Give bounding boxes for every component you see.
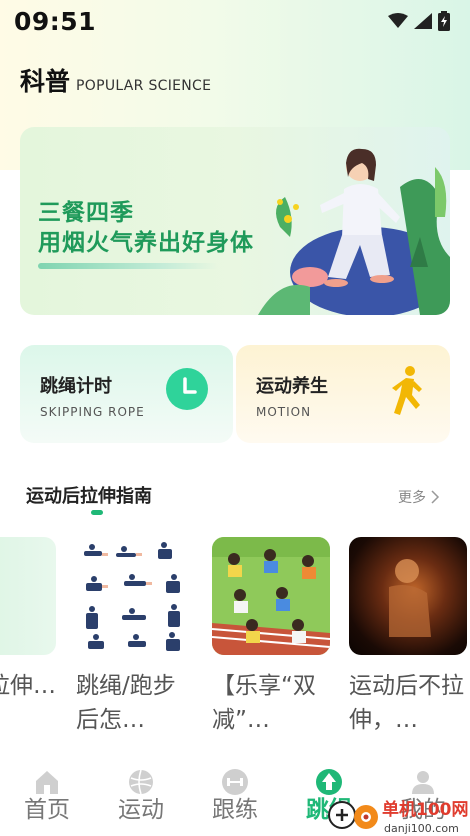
section-title: 运动后拉伸指南 — [26, 486, 152, 507]
article-card[interactable]: 后拉伸… — [0, 537, 56, 737]
card-subtitle: SKIPPING ROPE — [40, 405, 145, 419]
article-title: 运动后不拉伸，… — [349, 673, 464, 733]
card-title: 运动养生 — [256, 376, 328, 397]
section-indicator — [91, 510, 103, 515]
status-time: 09:51 — [14, 6, 97, 36]
more-label: 更多 — [398, 490, 426, 506]
clock-icon — [166, 368, 208, 410]
article-carousel[interactable]: 后拉伸… — [0, 537, 470, 747]
article-thumbnail — [349, 537, 467, 655]
motion-health-card[interactable]: 运动养生 MOTION — [236, 345, 450, 443]
article-card[interactable]: 【乐享“双减”… — [212, 537, 330, 737]
status-icons — [388, 11, 450, 31]
banner-headline: 三餐四季 — [38, 200, 134, 226]
tab-follow[interactable]: 跟练 — [188, 760, 282, 836]
page-title: 科普 — [20, 67, 71, 96]
article-thumbnail — [76, 537, 194, 655]
featured-banner[interactable]: 三餐四季 用烟火气养出好身体 — [20, 127, 450, 315]
more-link[interactable]: 更多 — [398, 487, 440, 507]
svg-text:danji100.com: danji100.com — [384, 822, 459, 835]
kids-stretching-image — [212, 537, 330, 655]
article-title: 【乐享“双减”… — [212, 673, 316, 733]
tab-sport[interactable]: 运动 — [94, 760, 188, 836]
article-thumbnail — [0, 537, 56, 655]
battery-icon — [438, 11, 450, 31]
watermark-logo: 单机100网 danji100.com — [328, 799, 469, 835]
page-header: 科普 POPULAR SCIENCE — [20, 62, 211, 98]
card-subtitle: MOTION — [256, 405, 312, 419]
athlete-photo-image — [389, 559, 431, 637]
walking-person-icon — [392, 366, 422, 415]
chevron-right-icon — [431, 490, 440, 504]
article-title: 后拉伸… — [0, 673, 56, 699]
tab-label: 首页 — [24, 797, 70, 823]
tab-label: 跟练 — [212, 797, 258, 823]
wifi-icon — [388, 13, 408, 28]
tab-home[interactable]: 首页 — [0, 760, 94, 836]
status-bar: 09:51 — [0, 0, 470, 42]
stretch-poses-image — [84, 542, 180, 651]
svg-text:单机100网: 单机100网 — [382, 799, 469, 820]
page-subtitle: POPULAR SCIENCE — [76, 78, 212, 94]
card-title: 跳绳计时 — [40, 376, 112, 397]
skipping-rope-card[interactable]: 跳绳计时 SKIPPING ROPE — [20, 345, 233, 443]
article-thumbnail — [212, 537, 330, 655]
banner-subheadline: 用烟火气养出好身体 — [38, 230, 254, 256]
banner-decor-bar — [38, 263, 218, 269]
signal-icon — [414, 13, 432, 29]
tai-chi-illustration — [258, 148, 450, 315]
article-title: 跳绳/跑步后怎… — [76, 673, 176, 733]
article-card[interactable]: 跳绳/跑步后怎… — [76, 537, 194, 737]
article-card[interactable]: 运动后不拉伸，… — [349, 537, 467, 737]
tab-label: 运动 — [118, 797, 164, 823]
